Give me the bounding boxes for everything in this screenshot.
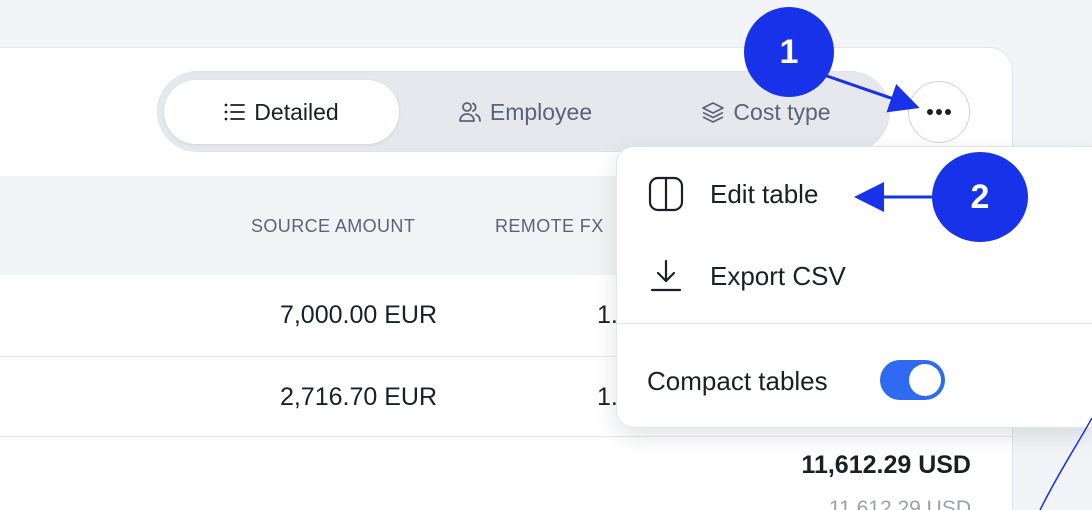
list-icon <box>224 103 246 121</box>
compact-tables-toggle[interactable] <box>880 360 945 400</box>
row-divider <box>0 436 1012 437</box>
layers-icon <box>702 102 725 123</box>
total-amount: 11,612.29 USD <box>801 451 971 479</box>
compact-tables-label: Compact tables <box>647 366 828 396</box>
total-subamount: 11,612.29 USD <box>828 497 971 510</box>
annotation-curve <box>1039 417 1092 510</box>
row-1-source-amount: 7,000.00 EUR <box>279 301 437 329</box>
tab-detailed[interactable]: Detailed <box>164 80 399 144</box>
users-icon <box>458 102 481 122</box>
annotation-badge-2: 2 <box>932 152 1028 242</box>
menu-item-export-csv[interactable]: Export CSV <box>616 236 1092 316</box>
tab-employee-label: Employee <box>489 98 593 125</box>
row-1-remote-fx: 1. <box>597 301 618 329</box>
menu-item-export-csv-label: Export CSV <box>710 260 846 291</box>
download-icon <box>650 259 682 292</box>
tab-cost-type-label: Cost type <box>733 98 831 125</box>
more-horizontal-icon <box>927 109 951 115</box>
column-header-remote-fx[interactable]: REMOTE FX <box>495 216 604 237</box>
row-2-source-amount: 2,716.70 EUR <box>279 383 437 411</box>
row-2-remote-fx: 1. <box>597 383 618 411</box>
column-header-source-amount[interactable]: SOURCE AMOUNT <box>251 216 415 237</box>
tab-employee[interactable]: Employee <box>440 80 610 144</box>
menu-divider <box>616 323 1092 324</box>
menu-item-edit-table-label: Edit table <box>710 178 819 209</box>
annotation-badge-1: 1 <box>744 7 834 97</box>
tab-detailed-label: Detailed <box>254 98 339 125</box>
more-options-button[interactable] <box>908 81 970 143</box>
toggle-knob <box>909 364 941 396</box>
columns-icon <box>648 176 684 212</box>
